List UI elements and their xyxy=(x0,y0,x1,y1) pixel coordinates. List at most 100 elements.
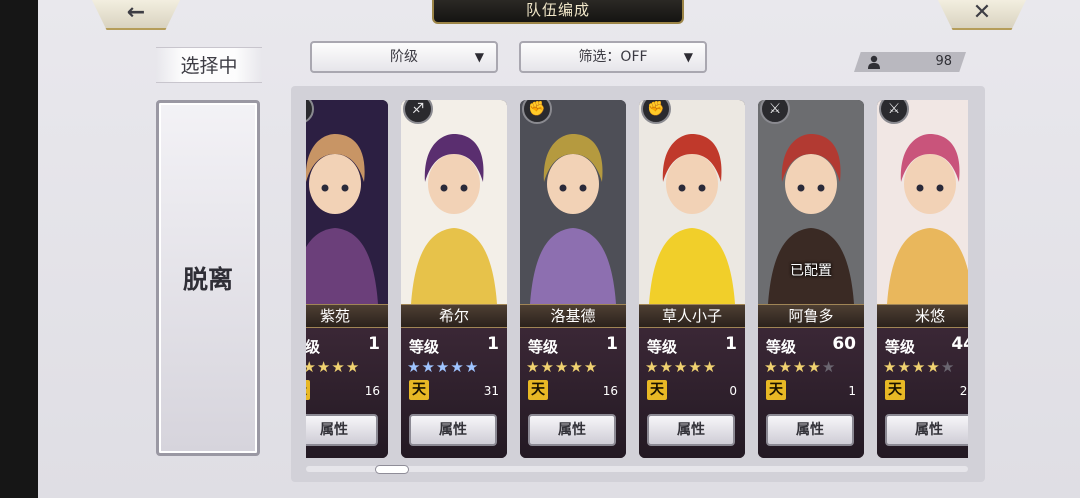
selecting-status-label: 选择中 xyxy=(156,47,262,83)
star-icon: ★ xyxy=(645,358,660,376)
team-formation-screen: ← 队伍编成 ✕ 选择中 脱离 阶级 ▼ 筛选：OFF ▼ 98 ♐紫苑等级1★… xyxy=(38,0,1080,498)
leave-button[interactable]: 脱离 xyxy=(156,100,260,456)
character-name: 阿鲁多 xyxy=(758,304,864,328)
character-info: 等级 1 ★★★★★ 天 0 属性 xyxy=(639,328,745,458)
character-info: 等级44★★★★★天21属性 xyxy=(877,328,968,458)
character-card[interactable]: ♐ 希尔 等级 1 ★★★★★ 天 31 属性 xyxy=(401,100,507,458)
attribute-button[interactable]: 属性 xyxy=(647,414,735,446)
star-icon: ★ xyxy=(569,358,584,376)
rarity-stars: ★★★★★ xyxy=(407,358,505,376)
close-button[interactable]: ✕ xyxy=(936,0,1028,30)
star-icon: ★ xyxy=(807,358,822,376)
star-icon: ★ xyxy=(435,358,451,376)
character-portrait xyxy=(639,100,745,304)
heaven-badge-icon: 天 xyxy=(306,380,310,400)
character-info: 等级1★★★★★天16属性 xyxy=(520,328,626,458)
horizontal-scrollbar-thumb[interactable] xyxy=(375,465,409,474)
character-card[interactable]: ♐紫苑等级1★★★★★天16属性 xyxy=(306,100,388,458)
star-icon: ★ xyxy=(926,358,941,376)
star-icon: ★ xyxy=(688,358,703,376)
rarity-stars: ★★★★★ xyxy=(645,358,743,376)
rarity-stars: ★★★★★ xyxy=(764,358,862,376)
sub-count: 0 xyxy=(729,384,737,398)
character-info: 等级 60 ★★★★★ 天 1 属性 xyxy=(758,328,864,458)
character-portrait xyxy=(401,100,507,304)
sub-count: 21 xyxy=(959,384,968,398)
attribute-button[interactable]: 属性 xyxy=(306,414,378,446)
level-value: 1 xyxy=(725,334,737,354)
heaven-badge-icon: 天 xyxy=(766,380,786,400)
character-name: 洛基德 xyxy=(520,304,626,328)
level-value: 1 xyxy=(606,334,618,354)
sub-count: 31 xyxy=(483,384,499,398)
star-icon: ★ xyxy=(526,358,541,376)
unit-count-value: 98 xyxy=(935,54,952,69)
card-strip[interactable]: ♐紫苑等级1★★★★★天16属性♐希尔等级1★★★★★天31属性✊洛基德等级1★… xyxy=(306,100,968,458)
character-card[interactable]: ⚔米悠等级44★★★★★天21属性 xyxy=(877,100,968,458)
person-icon xyxy=(868,55,880,69)
character-info: 等级1★★★★★天16属性 xyxy=(306,328,388,458)
character-card[interactable]: ✊ 草人小子 等级 1 ★★★★★ 天 0 属性 xyxy=(639,100,745,458)
character-portrait xyxy=(520,100,626,304)
star-icon: ★ xyxy=(554,358,570,376)
rank-sort-label: 阶级 xyxy=(390,49,418,65)
star-icon: ★ xyxy=(883,358,898,376)
level-label: 等级 xyxy=(766,338,797,356)
level-label: 等级 xyxy=(306,338,321,356)
sub-count: 16 xyxy=(364,384,380,398)
star-icon: ★ xyxy=(940,358,956,376)
heaven-badge-icon: 天 xyxy=(647,380,667,400)
sub-count: 1 xyxy=(848,384,856,398)
level-label: 等级 xyxy=(528,338,559,356)
chevron-down-icon: ▼ xyxy=(474,50,484,64)
star-icon: ★ xyxy=(821,358,837,376)
star-icon: ★ xyxy=(583,358,599,376)
level-value: 1 xyxy=(368,334,380,354)
heaven-badge-icon: 天 xyxy=(528,380,548,400)
star-icon: ★ xyxy=(911,358,927,376)
character-info: 等级 1 ★★★★★ 天 31 属性 xyxy=(401,328,507,458)
level-label: 等级 xyxy=(409,338,440,356)
star-icon: ★ xyxy=(306,358,317,376)
star-icon: ★ xyxy=(778,358,793,376)
sub-count: 16 xyxy=(602,384,618,398)
level-value: 1 xyxy=(487,334,499,354)
character-name: 草人小子 xyxy=(639,304,745,328)
unit-count-badge: 98 xyxy=(854,52,966,72)
level-label: 等级 xyxy=(885,338,916,356)
star-icon: ★ xyxy=(331,358,346,376)
attribute-button[interactable]: 属性 xyxy=(528,414,616,446)
filter-dropdown[interactable]: 筛选：OFF ▼ xyxy=(519,41,707,73)
character-portrait xyxy=(306,100,388,304)
attribute-button[interactable]: 属性 xyxy=(766,414,854,446)
level-value: 44 xyxy=(951,334,968,354)
star-icon: ★ xyxy=(421,358,436,376)
character-card[interactable]: ⚔ 已配置 阿鲁多 等级 60 ★★★★★ 天 1 属性 xyxy=(758,100,864,458)
star-icon: ★ xyxy=(659,358,674,376)
star-icon: ★ xyxy=(316,358,332,376)
star-icon: ★ xyxy=(702,358,718,376)
back-button[interactable]: ← xyxy=(90,0,182,30)
filter-label: 筛选：OFF xyxy=(578,49,648,65)
star-icon: ★ xyxy=(464,358,480,376)
star-icon: ★ xyxy=(673,358,689,376)
character-card[interactable]: ✊ 洛基德 等级 1 ★★★★★ 天 16 属性 xyxy=(520,100,626,458)
attribute-button[interactable]: 属性 xyxy=(885,414,968,446)
close-icon: ✕ xyxy=(972,0,992,25)
character-name: 米悠 xyxy=(877,304,968,328)
star-icon: ★ xyxy=(792,358,808,376)
chevron-down-icon: ▼ xyxy=(683,50,693,64)
character-name: 紫苑 xyxy=(306,304,388,328)
star-icon: ★ xyxy=(764,358,779,376)
character-name: 希尔 xyxy=(401,304,507,328)
level-value: 60 xyxy=(832,334,856,354)
star-icon: ★ xyxy=(407,358,422,376)
heaven-badge-icon: 天 xyxy=(409,380,429,400)
arrow-left-icon: ← xyxy=(126,0,146,25)
rarity-stars: ★★★★★ xyxy=(526,358,624,376)
character-roster-panel[interactable]: ♐紫苑等级1★★★★★天16属性♐希尔等级1★★★★★天31属性✊洛基德等级1★… xyxy=(291,86,985,482)
star-icon: ★ xyxy=(540,358,555,376)
page-title: 队伍编成 xyxy=(432,0,684,24)
rank-sort-dropdown[interactable]: 阶级 ▼ xyxy=(310,41,498,73)
attribute-button[interactable]: 属性 xyxy=(409,414,497,446)
